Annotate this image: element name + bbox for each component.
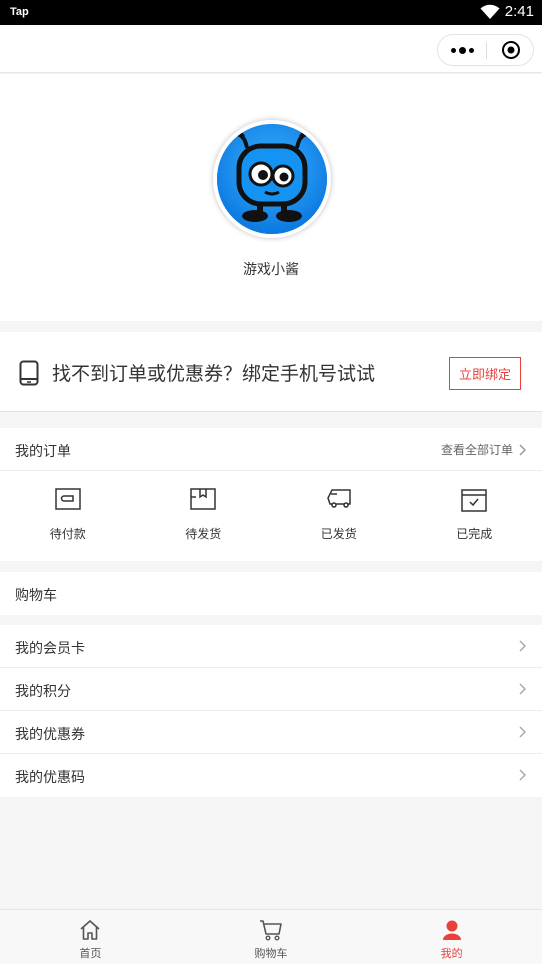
menu-item-coupons[interactable]: 我的优惠券 (0, 711, 542, 754)
chevron-right-icon (519, 683, 526, 695)
cart-row[interactable]: 购物车 (0, 572, 542, 615)
order-status-list: 待付款 待发货 已发货 已完成 (0, 471, 542, 561)
order-status-label: 已完成 (456, 527, 493, 541)
tab-cart[interactable]: 购物车 (181, 910, 362, 964)
bind-phone-text: 找不到订单或优惠券？绑定手机号试试 (52, 363, 376, 385)
wifi-icon (480, 4, 500, 24)
menu-item-label: 我的会员卡 (15, 641, 85, 657)
orders-header: 我的订单 查看全部订单 (0, 428, 542, 471)
tab-label: 我的 (440, 947, 463, 960)
chevron-right-icon (519, 769, 526, 781)
menu-item-member-card[interactable]: 我的会员卡 (0, 625, 542, 668)
menu-item-label: 我的优惠券 (15, 727, 85, 743)
menu-item-label: 我的积分 (15, 684, 71, 700)
more-options-button[interactable] (438, 35, 486, 65)
package-icon (190, 488, 216, 514)
truck-icon (325, 488, 353, 514)
order-status-label: 待付款 (49, 527, 86, 541)
status-bar: Tap 2:41 (0, 0, 542, 25)
order-status-shipped[interactable]: 已发货 (271, 471, 407, 561)
dot-icon (468, 47, 474, 53)
account-menu: 我的会员卡 我的积分 我的优惠券 我的优惠码 (0, 625, 542, 797)
miniprogram-capsule (437, 34, 534, 66)
profile-section: 游戏小酱 (0, 74, 542, 321)
chevron-right-icon (519, 640, 526, 652)
tab-label: 首页 (79, 947, 102, 960)
chevron-right-icon (519, 443, 526, 456)
avatar[interactable] (213, 120, 331, 238)
home-icon (79, 919, 101, 945)
orders-section: 我的订单 查看全部订单 待付款 待发货 已发货 已完成 (0, 428, 542, 561)
dot-icon (458, 46, 466, 54)
tab-me[interactable]: 我的 (361, 910, 542, 964)
view-all-orders-link[interactable]: 查看全部订单 (441, 441, 526, 458)
menu-item-promo-codes[interactable]: 我的优惠码 (0, 754, 542, 797)
phone-icon (19, 360, 39, 390)
tab-label: 购物车 (254, 947, 288, 960)
orders-title: 我的订单 (15, 444, 71, 460)
calendar-check-icon (461, 488, 487, 516)
carrier-label: Tap (10, 6, 29, 18)
order-status-to-ship[interactable]: 待发货 (136, 471, 272, 561)
tab-home[interactable]: 首页 (0, 910, 181, 964)
cart-row-label: 购物车 (15, 588, 57, 604)
menu-item-label: 我的优惠码 (15, 770, 85, 786)
mascot-icon (217, 124, 327, 234)
user-icon (441, 919, 463, 945)
wallet-icon (55, 488, 81, 514)
bottom-tab-bar: 首页 购物车 我的 (0, 909, 542, 964)
user-nickname: 游戏小酱 (243, 262, 299, 278)
bind-phone-banner: 找不到订单或优惠券？绑定手机号试试 立即绑定 (0, 332, 542, 412)
order-status-completed[interactable]: 已完成 (407, 471, 542, 561)
order-status-label: 待发货 (185, 527, 222, 541)
menu-item-points[interactable]: 我的积分 (0, 668, 542, 711)
chevron-right-icon (519, 726, 526, 738)
cart-icon (259, 919, 283, 945)
order-status-pending-payment[interactable]: 待付款 (0, 471, 136, 561)
order-status-label: 已发货 (320, 527, 357, 541)
target-icon (501, 41, 520, 59)
bind-now-button[interactable]: 立即绑定 (449, 357, 521, 390)
status-time: 2:41 (504, 3, 534, 20)
navigation-bar (0, 25, 542, 73)
dot-icon (450, 47, 456, 53)
view-all-orders-label: 查看全部订单 (440, 443, 513, 457)
close-miniprogram-button[interactable] (487, 35, 534, 65)
